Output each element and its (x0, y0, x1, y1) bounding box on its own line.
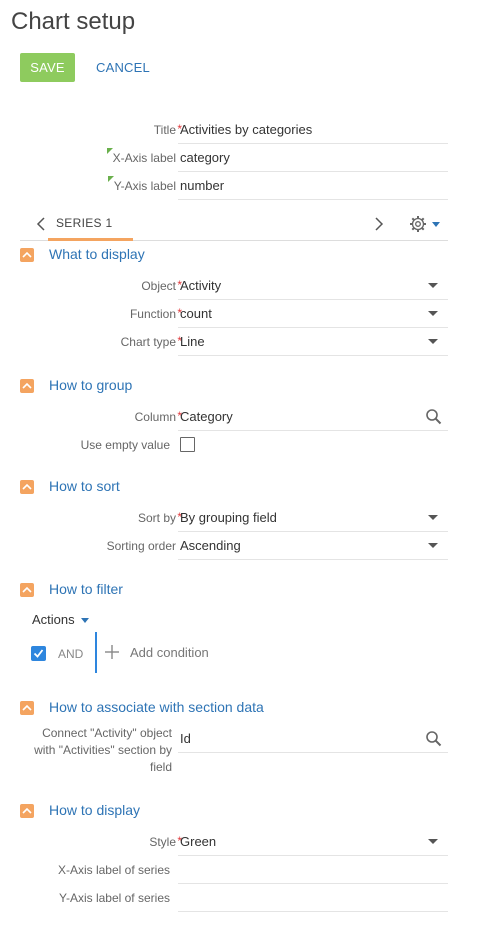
series-tabs: SERIES 1 (20, 207, 448, 241)
save-button[interactable]: SAVE (20, 53, 75, 82)
function-label: Function * (129, 306, 182, 321)
y-series-label-row: Y-Axis label of series (0, 883, 485, 912)
use-empty-checkbox[interactable] (180, 437, 195, 452)
sort-by-select[interactable]: By grouping field (178, 503, 448, 532)
column-label: Column * (134, 409, 182, 424)
function-row: Function * count (0, 299, 485, 328)
object-select[interactable]: Activity (178, 271, 448, 300)
and-label: AND (58, 647, 84, 661)
title-row: Title * Activities by categories (0, 115, 485, 144)
yaxis-input[interactable]: number (178, 171, 448, 200)
connect-lookup[interactable]: Id (178, 724, 448, 753)
plus-icon[interactable] (104, 644, 120, 660)
sort-by-row: Sort by * By grouping field (0, 503, 485, 532)
chevron-right-icon[interactable] (372, 217, 384, 231)
use-empty-label: Use empty value (80, 438, 170, 452)
collapse-icon[interactable] (20, 480, 34, 494)
collapse-icon[interactable] (20, 248, 34, 262)
add-condition-button[interactable]: Add condition (130, 645, 209, 660)
collapse-icon[interactable] (20, 701, 34, 715)
actions-menu[interactable]: Actions (32, 612, 75, 627)
column-row: Column * Category (0, 402, 485, 431)
localizable-corner-icon (107, 176, 114, 182)
search-icon[interactable] (425, 408, 442, 425)
yaxis-label: Y-Axis label (107, 176, 176, 194)
sorting-order-row: Sorting order Ascending (0, 531, 485, 560)
chart-type-row: Chart type * Line (0, 327, 485, 356)
collapse-icon[interactable] (20, 583, 34, 597)
sorting-order-label: Sorting order (106, 539, 176, 553)
collapse-icon[interactable] (20, 379, 34, 393)
tab-series-1[interactable]: SERIES 1 (56, 216, 112, 230)
x-series-label: X-Axis label of series (57, 863, 170, 877)
title-input[interactable]: Activities by categories (178, 115, 448, 144)
gear-icon[interactable] (409, 215, 427, 233)
x-series-label-input[interactable] (178, 855, 448, 884)
connect-row: Id (0, 724, 485, 753)
collapse-icon[interactable] (20, 804, 34, 818)
xaxis-input[interactable]: category (178, 143, 448, 172)
chevron-down-icon[interactable] (432, 222, 440, 227)
localizable-corner-icon (106, 148, 113, 154)
active-tab-indicator (48, 238, 133, 241)
cancel-button[interactable]: CANCEL (96, 53, 150, 82)
title-label: Title * (153, 122, 182, 137)
sorting-order-select[interactable]: Ascending (178, 531, 448, 560)
y-series-label-input[interactable] (178, 883, 448, 912)
style-select[interactable]: Green (178, 827, 448, 856)
filter-group-divider (95, 632, 97, 673)
object-label: Object * (141, 278, 182, 293)
search-icon[interactable] (425, 730, 442, 747)
use-empty-row: Use empty value (0, 430, 485, 458)
chevron-down-icon[interactable] (428, 839, 438, 844)
chevron-left-icon[interactable] (36, 217, 48, 231)
chevron-down-icon[interactable] (81, 618, 89, 623)
chevron-down-icon[interactable] (428, 283, 438, 288)
object-row: Object * Activity (0, 271, 485, 300)
xaxis-label: X-Axis label (106, 148, 176, 166)
chart-type-select[interactable]: Line (178, 327, 448, 356)
x-series-label-row: X-Axis label of series (0, 855, 485, 884)
and-checkbox[interactable] (31, 646, 46, 661)
chevron-down-icon[interactable] (428, 339, 438, 344)
column-lookup[interactable]: Category (178, 402, 448, 431)
chart-type-label: Chart type * (120, 334, 182, 349)
page-title: Chart setup (11, 8, 136, 35)
y-series-label: Y-Axis label of series (59, 891, 170, 905)
style-label: Style * (149, 834, 182, 849)
chevron-down-icon[interactable] (428, 515, 438, 520)
chevron-down-icon[interactable] (428, 543, 438, 548)
yaxis-row: Y-Axis label number (0, 171, 485, 200)
sort-by-label: Sort by * (137, 510, 182, 525)
function-select[interactable]: count (178, 299, 448, 328)
chevron-down-icon[interactable] (428, 311, 438, 316)
xaxis-row: X-Axis label category (0, 143, 485, 172)
style-row: Style * Green (0, 827, 485, 856)
